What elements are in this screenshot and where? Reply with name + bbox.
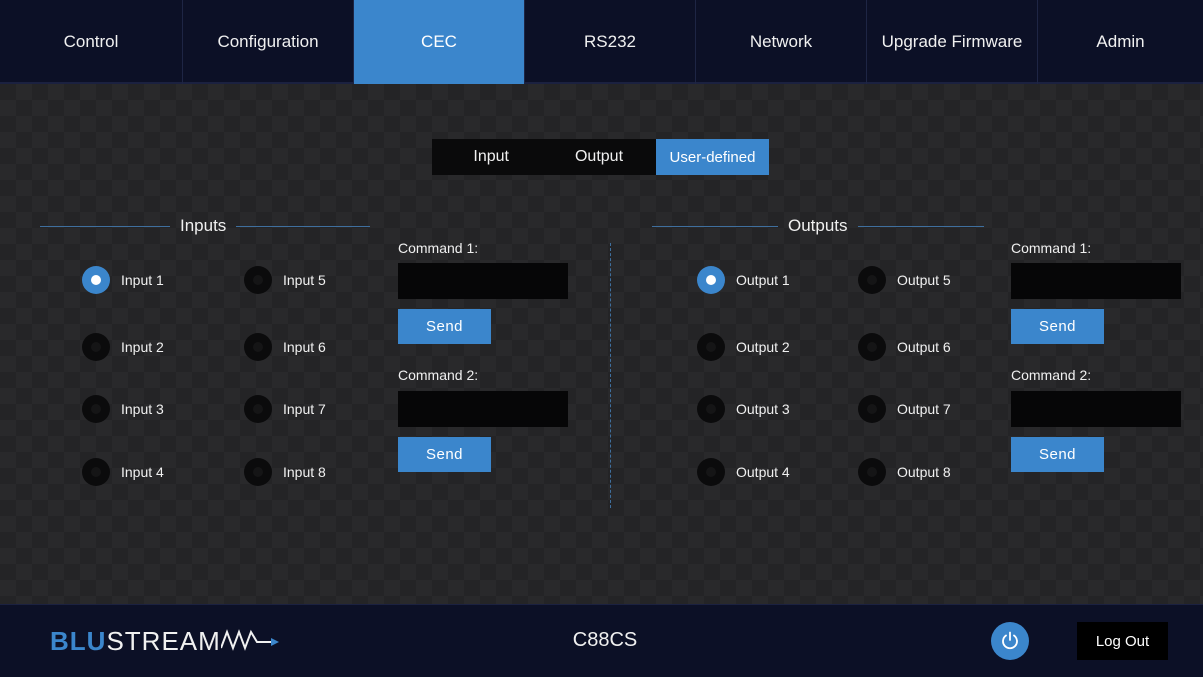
input-1-radio[interactable]: Input 1 bbox=[82, 266, 164, 294]
radio-label: Output 1 bbox=[736, 272, 790, 288]
radio-label: Input 8 bbox=[283, 464, 326, 480]
radio-label: Input 5 bbox=[283, 272, 326, 288]
inputs-header-line-right bbox=[236, 225, 371, 227]
output-2-radio[interactable]: Output 2 bbox=[697, 333, 790, 361]
nav-tab-network[interactable]: Network bbox=[696, 0, 867, 84]
logo-blu-text: BLU bbox=[50, 625, 107, 656]
radio-label: Output 4 bbox=[736, 464, 790, 480]
cec-subtabs: Input Output User-defined bbox=[432, 139, 769, 175]
nav-tab-admin[interactable]: Admin bbox=[1038, 0, 1203, 84]
radio-indicator bbox=[858, 395, 886, 423]
radio-indicator bbox=[244, 395, 272, 423]
radio-indicator bbox=[697, 266, 725, 294]
inputs-header: Inputs bbox=[40, 216, 371, 236]
radio-label: Input 1 bbox=[121, 272, 164, 288]
input-6-radio[interactable]: Input 6 bbox=[244, 333, 326, 361]
top-nav: Control Configuration CEC RS232 Network … bbox=[0, 0, 1203, 84]
radio-indicator bbox=[858, 458, 886, 486]
input-command-1-label: Command 1: bbox=[398, 240, 479, 256]
radio-indicator bbox=[82, 333, 110, 361]
input-3-radio[interactable]: Input 3 bbox=[82, 395, 164, 423]
nav-tab-cec[interactable]: CEC bbox=[354, 0, 525, 84]
output-command-2-send-button[interactable]: Send bbox=[1011, 437, 1104, 472]
radio-label: Output 3 bbox=[736, 401, 790, 417]
input-command-1-send-button[interactable]: Send bbox=[398, 309, 491, 344]
outputs-title: Outputs bbox=[788, 216, 848, 235]
radio-indicator bbox=[697, 458, 725, 486]
radio-indicator bbox=[82, 266, 110, 294]
nav-tab-rs232[interactable]: RS232 bbox=[525, 0, 696, 84]
radio-indicator bbox=[858, 333, 886, 361]
radio-label: Output 5 bbox=[897, 272, 951, 288]
power-button[interactable] bbox=[991, 622, 1029, 660]
output-command-1-label: Command 1: bbox=[1011, 240, 1092, 256]
output-4-radio[interactable]: Output 4 bbox=[697, 458, 790, 486]
radio-label: Output 6 bbox=[897, 339, 951, 355]
input-8-radio[interactable]: Input 8 bbox=[244, 458, 326, 486]
output-command-2-label: Command 2: bbox=[1011, 367, 1092, 383]
outputs-header: Outputs bbox=[652, 216, 984, 236]
inputs-header-line-left bbox=[40, 225, 170, 227]
radio-indicator bbox=[244, 458, 272, 486]
radio-label: Input 2 bbox=[121, 339, 164, 355]
radio-indicator bbox=[82, 458, 110, 486]
output-3-radio[interactable]: Output 3 bbox=[697, 395, 790, 423]
input-7-radio[interactable]: Input 7 bbox=[244, 395, 326, 423]
radio-label: Input 3 bbox=[121, 401, 164, 417]
input-command-1-field[interactable] bbox=[398, 263, 568, 299]
radio-indicator bbox=[858, 266, 886, 294]
radio-indicator bbox=[697, 333, 725, 361]
inputs-title: Inputs bbox=[180, 216, 227, 235]
device-model: C88CS bbox=[572, 629, 638, 651]
radio-indicator bbox=[244, 266, 272, 294]
input-5-radio[interactable]: Input 5 bbox=[244, 266, 326, 294]
nav-tab-control[interactable]: Control bbox=[0, 0, 183, 84]
radio-indicator bbox=[82, 395, 110, 423]
output-command-1-field[interactable] bbox=[1011, 263, 1181, 299]
input-command-2-label: Command 2: bbox=[398, 367, 479, 383]
output-8-radio[interactable]: Output 8 bbox=[858, 458, 951, 486]
footer-bar: BLU STREAM C88CS Log Out bbox=[0, 604, 1203, 677]
output-5-radio[interactable]: Output 5 bbox=[858, 266, 951, 294]
blustream-logo: BLU STREAM bbox=[50, 625, 281, 657]
radio-indicator bbox=[697, 395, 725, 423]
subtab-input[interactable]: Input bbox=[432, 139, 542, 175]
logout-button[interactable]: Log Out bbox=[1077, 622, 1168, 660]
radio-label: Input 4 bbox=[121, 464, 164, 480]
input-4-radio[interactable]: Input 4 bbox=[82, 458, 164, 486]
section-divider bbox=[610, 243, 611, 508]
radio-label: Output 2 bbox=[736, 339, 790, 355]
radio-label: Input 7 bbox=[283, 401, 326, 417]
power-icon bbox=[1002, 631, 1018, 650]
subtab-user-defined[interactable]: User-defined bbox=[656, 139, 769, 175]
output-7-radio[interactable]: Output 7 bbox=[858, 395, 951, 423]
subtab-output[interactable]: Output bbox=[542, 139, 656, 175]
input-2-radio[interactable]: Input 2 bbox=[82, 333, 164, 361]
radio-label: Output 8 bbox=[897, 464, 951, 480]
radio-label: Output 7 bbox=[897, 401, 951, 417]
output-command-1-send-button[interactable]: Send bbox=[1011, 309, 1104, 344]
logo-wave-icon bbox=[220, 629, 279, 651]
output-1-radio[interactable]: Output 1 bbox=[697, 266, 790, 294]
output-6-radio[interactable]: Output 6 bbox=[858, 333, 951, 361]
radio-indicator bbox=[244, 333, 272, 361]
nav-tab-configuration[interactable]: Configuration bbox=[183, 0, 354, 84]
outputs-header-line-left bbox=[652, 225, 778, 227]
nav-tab-upgrade-firmware[interactable]: Upgrade Firmware bbox=[867, 0, 1038, 84]
output-command-2-field[interactable] bbox=[1011, 391, 1181, 427]
radio-label: Input 6 bbox=[283, 339, 326, 355]
input-command-2-field[interactable] bbox=[398, 391, 568, 427]
input-command-2-send-button[interactable]: Send bbox=[398, 437, 491, 472]
logo-stream-text: STREAM bbox=[106, 625, 221, 656]
outputs-header-line-right bbox=[857, 225, 984, 227]
